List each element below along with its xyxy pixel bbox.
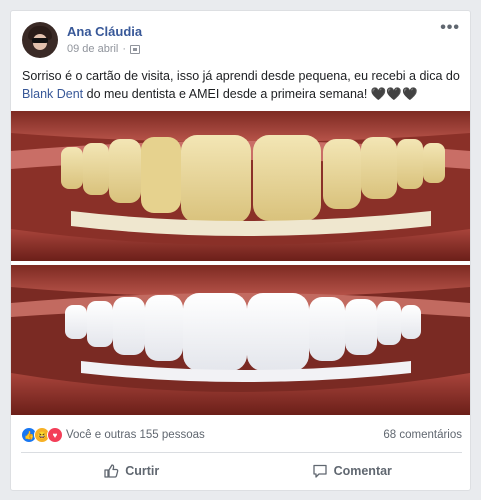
post-card: Ana Cláudia 09 de abril · ••• Sorriso é …	[10, 10, 471, 491]
more-options-button[interactable]: •••	[440, 19, 460, 37]
comment-icon	[312, 464, 327, 478]
like-button[interactable]: Curtir	[21, 456, 242, 486]
comment-button-label: Comentar	[333, 464, 392, 478]
teeth-before-after-image	[11, 111, 470, 415]
divider	[21, 452, 462, 453]
post-text: Sorriso é o cartão de visita, isso já ap…	[22, 67, 462, 103]
love-reaction-icon: ♥	[47, 427, 63, 443]
post-photo[interactable]	[11, 111, 470, 415]
like-icon	[104, 464, 119, 478]
post-text-part1: Sorriso é o cartão de visita, isso já ap…	[22, 69, 460, 83]
reactions-row: 👍 😆 ♥ Você e outras 155 pessoas 68 comen…	[21, 425, 462, 445]
author-name[interactable]: Ana Cláudia	[67, 24, 142, 39]
reactions-summary[interactable]: Você e outras 155 pessoas	[66, 429, 205, 441]
blank-dent-link[interactable]: Blank Dent	[22, 87, 83, 101]
reaction-icons[interactable]: 👍 😆 ♥	[21, 427, 63, 443]
public-icon[interactable]	[130, 44, 141, 54]
comments-count[interactable]: 68 comentários	[383, 429, 462, 441]
post-text-part2: do meu dentista e AMEI desde a primeira …	[83, 87, 371, 101]
meta-separator: ·	[122, 43, 127, 55]
post-actions: Curtir Comentar	[21, 456, 462, 486]
post-date[interactable]: 09 de abril	[67, 43, 118, 55]
post-meta: 09 de abril ·	[67, 43, 141, 55]
comment-button[interactable]: Comentar	[242, 456, 463, 486]
like-button-label: Curtir	[125, 464, 160, 478]
hearts-emoji: 🖤🖤🖤	[370, 87, 418, 101]
avatar[interactable]	[22, 22, 58, 58]
